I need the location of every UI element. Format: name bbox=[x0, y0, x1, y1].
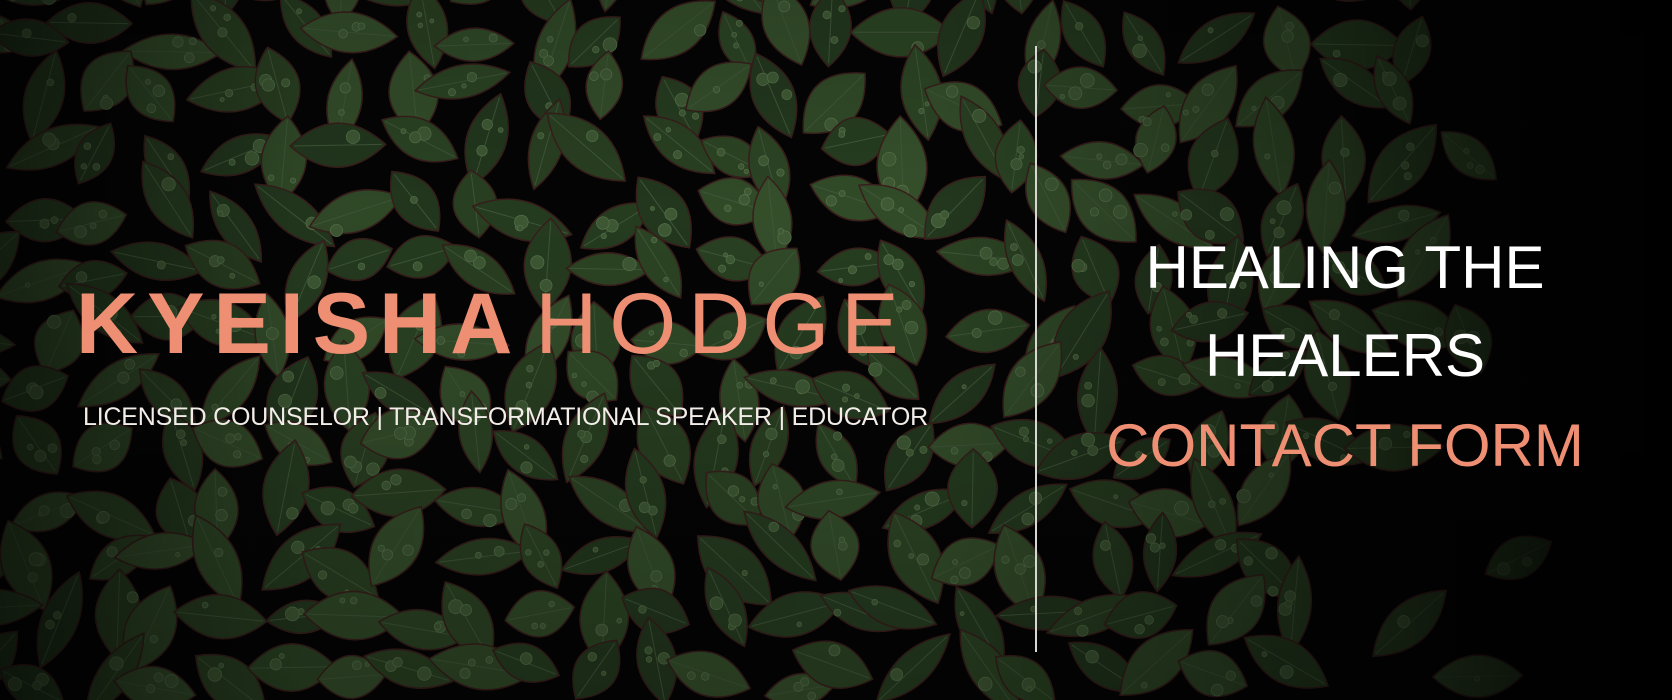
vertical-divider bbox=[1035, 46, 1037, 652]
brand-first-name: KYEISHA bbox=[76, 276, 522, 372]
hero-banner: KYEISHA HODGE LICENSED COUNSELOR | TRANSF… bbox=[0, 0, 1672, 700]
brand-tagline: LICENSED COUNSELOR | TRANSFORMATIONAL SP… bbox=[83, 403, 929, 431]
hero-heading-line-1: HEALING THE bbox=[1145, 234, 1545, 301]
contact-form-link[interactable]: CONTACT FORM bbox=[1080, 402, 1610, 490]
brand-name: KYEISHA HODGE bbox=[76, 276, 956, 372]
hero-text-block: HEALING THE HEALERS CONTACT FORM bbox=[1080, 224, 1610, 490]
hero-heading-line-2: HEALERS bbox=[1204, 322, 1486, 389]
brand-last-name: HODGE bbox=[535, 276, 911, 372]
